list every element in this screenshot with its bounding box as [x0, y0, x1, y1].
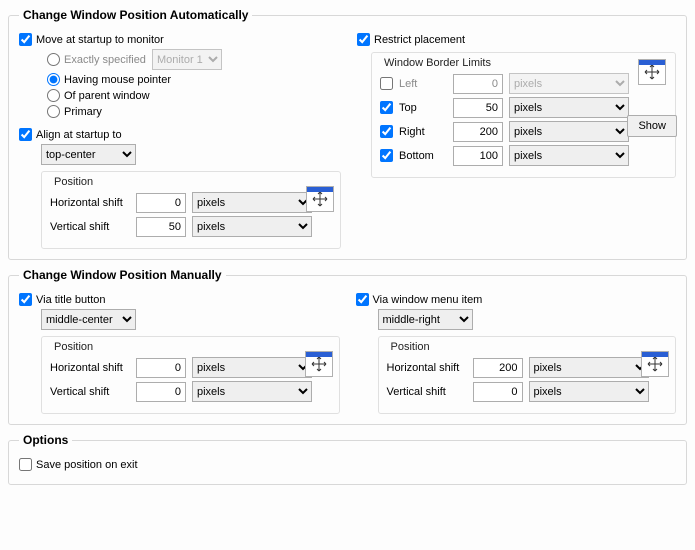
top-input[interactable] — [453, 98, 503, 118]
titlebtn-check[interactable]: Via title button — [19, 293, 106, 306]
primary-radio-row[interactable]: Primary — [47, 105, 102, 118]
auto-position-section: Change Window Position Automatically Mov… — [8, 8, 687, 260]
vshift-input-l[interactable] — [136, 382, 186, 402]
position-title-right: Position — [391, 341, 668, 353]
vshift-unit-auto[interactable]: pixels — [192, 216, 312, 237]
top-check[interactable] — [380, 101, 393, 114]
vshift-input-auto[interactable] — [136, 217, 186, 237]
monitor-select[interactable]: Monitor 1 — [152, 49, 222, 70]
exactly-radio[interactable] — [47, 53, 60, 66]
move-icon[interactable] — [305, 351, 333, 377]
bottom-check[interactable] — [380, 149, 393, 162]
right-unit[interactable]: pixels — [509, 121, 629, 142]
align-startup-check[interactable]: Align at startup to — [19, 128, 122, 141]
move-icon[interactable] — [306, 186, 334, 212]
restrict-label: Restrict placement — [374, 34, 465, 46]
manual-legend: Change Window Position Manually — [19, 268, 226, 282]
align-startup-label: Align at startup to — [36, 129, 122, 141]
show-button[interactable]: Show — [627, 115, 677, 137]
vshift-unit-r[interactable]: pixels — [529, 381, 649, 402]
position-title-left: Position — [54, 341, 331, 353]
menuitem-align[interactable]: middle-right — [378, 309, 473, 330]
left-input[interactable] — [453, 74, 503, 94]
hshift-label-l: Horizontal shift — [50, 362, 130, 374]
titlebtn-align[interactable]: middle-center — [41, 309, 136, 330]
left-label: Left — [399, 78, 447, 90]
right-label: Right — [399, 126, 447, 138]
menuitem-label: Via window menu item — [373, 294, 483, 306]
vshift-label-auto: Vertical shift — [50, 221, 130, 233]
titlebtn-checkbox[interactable] — [19, 293, 32, 306]
mouse-radio-row[interactable]: Having mouse pointer — [47, 73, 171, 86]
auto-legend: Change Window Position Automatically — [19, 8, 252, 22]
bottom-label: Bottom — [399, 150, 447, 162]
align-startup-checkbox[interactable] — [19, 128, 32, 141]
vshift-label-l: Vertical shift — [50, 386, 130, 398]
move-startup-label: Move at startup to monitor — [36, 34, 164, 46]
mouse-radio[interactable] — [47, 73, 60, 86]
align-select[interactable]: top-center — [41, 144, 136, 165]
hshift-input-l[interactable] — [136, 358, 186, 378]
bottom-unit[interactable]: pixels — [509, 145, 629, 166]
vshift-label-r: Vertical shift — [387, 386, 467, 398]
right-check[interactable] — [380, 125, 393, 138]
options-legend: Options — [19, 433, 72, 447]
exactly-radio-row[interactable]: Exactly specified — [47, 53, 146, 66]
vshift-unit-l[interactable]: pixels — [192, 381, 312, 402]
border-limits-title: Window Border Limits — [384, 57, 667, 69]
parent-radio[interactable] — [47, 89, 60, 102]
save-position-checkbox[interactable] — [19, 458, 32, 471]
left-unit[interactable]: pixels — [509, 73, 629, 94]
move-icon[interactable] — [638, 59, 666, 85]
top-unit[interactable]: pixels — [509, 97, 629, 118]
hshift-unit-l[interactable]: pixels — [192, 357, 312, 378]
exactly-label: Exactly specified — [64, 54, 146, 66]
restrict-checkbox[interactable] — [357, 33, 370, 46]
parent-label: Of parent window — [64, 90, 150, 102]
move-icon[interactable] — [641, 351, 669, 377]
options-section: Options Save position on exit — [8, 433, 687, 485]
move-startup-check[interactable]: Move at startup to monitor — [19, 33, 164, 46]
manual-position-section: Change Window Position Manually Via titl… — [8, 268, 687, 425]
mouse-label: Having mouse pointer — [64, 74, 171, 86]
bottom-input[interactable] — [453, 146, 503, 166]
move-startup-checkbox[interactable] — [19, 33, 32, 46]
save-position-label: Save position on exit — [36, 459, 138, 471]
top-label: Top — [399, 102, 447, 114]
menuitem-checkbox[interactable] — [356, 293, 369, 306]
primary-label: Primary — [64, 106, 102, 118]
menuitem-check[interactable]: Via window menu item — [356, 293, 483, 306]
right-input[interactable] — [453, 122, 503, 142]
parent-radio-row[interactable]: Of parent window — [47, 89, 150, 102]
hshift-label-auto: Horizontal shift — [50, 197, 130, 209]
vshift-input-r[interactable] — [473, 382, 523, 402]
hshift-input-r[interactable] — [473, 358, 523, 378]
titlebtn-label: Via title button — [36, 294, 106, 306]
left-check[interactable] — [380, 77, 393, 90]
restrict-check[interactable]: Restrict placement — [357, 33, 465, 46]
primary-radio[interactable] — [47, 105, 60, 118]
hshift-unit-r[interactable]: pixels — [529, 357, 649, 378]
save-position-check[interactable]: Save position on exit — [19, 458, 138, 471]
hshift-unit-auto[interactable]: pixels — [192, 192, 312, 213]
hshift-input-auto[interactable] — [136, 193, 186, 213]
position-title-auto: Position — [54, 176, 332, 188]
hshift-label-r: Horizontal shift — [387, 362, 467, 374]
